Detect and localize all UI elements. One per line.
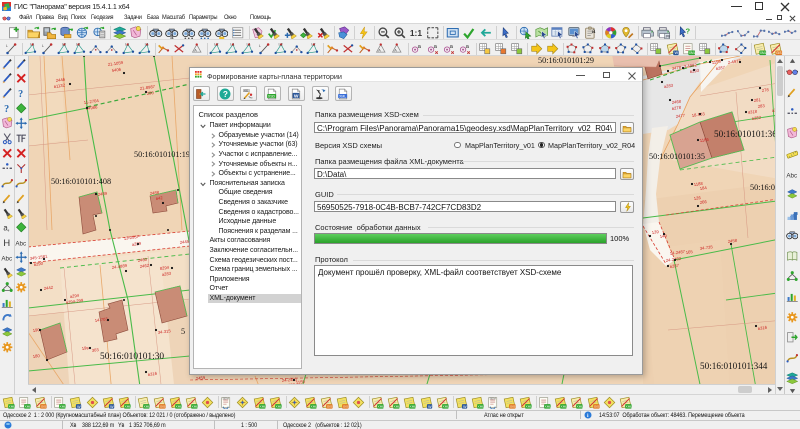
svg-text:266: 266 [699, 199, 707, 205]
svg-text:GIS: GIS [41, 404, 46, 408]
svg-text:?: ? [685, 26, 690, 35]
svg-text:a,: a, [3, 224, 10, 233]
svg-text:##: ## [665, 33, 670, 38]
svg-text:A: A [395, 48, 398, 52]
svg-text:L2: L2 [312, 42, 316, 46]
svg-text:XSD: XSD [268, 94, 276, 98]
svg-text:GIS: GIS [160, 404, 165, 408]
svg-text:180: 180 [32, 353, 40, 359]
svg-text:L1: L1 [30, 42, 34, 46]
svg-text:50:16:010101:19: 50:16:010101:19 [134, 150, 190, 159]
svg-text:?: ? [4, 104, 9, 114]
svg-text:a: a [417, 44, 421, 50]
svg-text:a: a [450, 44, 454, 50]
svg-text:GIS: GIS [343, 404, 348, 408]
svg-text:W: W [294, 93, 299, 99]
svg-text:XML: XML [545, 404, 551, 408]
svg-text:Abc: Abc [15, 241, 26, 248]
svg-text:L1: L1 [231, 42, 235, 46]
svg-text:Abc: Abc [1, 256, 12, 263]
svg-text:XML: XML [192, 404, 198, 408]
svg-text:283: 283 [757, 103, 765, 109]
svg-text:L1: L1 [144, 42, 148, 46]
svg-text:290: 290 [146, 90, 154, 96]
svg-text:XML: XML [259, 404, 265, 408]
svg-text:50:16:010101:29: 50:16:010101:29 [538, 56, 594, 65]
svg-text:XML: XML [526, 404, 532, 408]
svg-text:XML: XML [689, 51, 696, 55]
svg-text:L: L [258, 44, 260, 48]
svg-text:W: W [110, 404, 114, 408]
svg-text:L2: L2 [214, 42, 218, 46]
svg-text:GIS: GIS [593, 404, 598, 408]
svg-text:?: ? [18, 89, 23, 99]
svg-text:1:1: 1:1 [410, 28, 422, 38]
svg-text:W: W [463, 404, 467, 408]
svg-text:L2: L2 [278, 42, 282, 46]
svg-text:50:16:010101:35: 50:16:010101:35 [649, 152, 705, 161]
svg-text:50:16:010101:344: 50:16:010101:344 [700, 361, 768, 371]
svg-text:278: 278 [761, 87, 769, 93]
svg-text:XML: XML [410, 404, 416, 408]
svg-text:SEM: SEM [223, 396, 230, 400]
svg-text:XSD: XSD [244, 90, 249, 92]
svg-text:5: 5 [181, 327, 185, 336]
svg-text:XML: XML [275, 404, 281, 408]
svg-text:L2: L2 [62, 42, 66, 46]
svg-text:XML: XML [760, 51, 767, 55]
svg-text:SEM: SEM [489, 396, 496, 400]
svg-text:A: A [378, 48, 381, 52]
svg-text:XML: XML [477, 404, 483, 408]
svg-text:XML: XML [625, 404, 631, 408]
svg-text:50:16:010101:30: 50:16:010101:30 [100, 352, 164, 362]
svg-text:XML: XML [577, 404, 583, 408]
svg-text:H: H [3, 238, 10, 248]
svg-text:a: a [592, 27, 596, 34]
svg-text:a: a [434, 44, 438, 50]
svg-text:50:16:0: 50:16:0 [750, 183, 775, 192]
svg-text:L: L [41, 44, 43, 48]
svg-text:XML: XML [176, 404, 182, 408]
svg-text:GIS: GIS [510, 404, 515, 408]
svg-text:XML: XML [394, 404, 400, 408]
svg-text:184: 184 [699, 185, 707, 191]
svg-text:XML: XML [561, 404, 567, 408]
svg-text:165: 165 [685, 249, 693, 255]
svg-text:L: L [6, 44, 8, 48]
svg-text:GIS: GIS [327, 404, 332, 408]
svg-text:L1: L1 [125, 42, 129, 46]
svg-text:GIS: GIS [776, 51, 782, 55]
svg-text:281: 281 [753, 97, 761, 103]
svg-text:XML: XML [339, 94, 346, 98]
svg-text:XML: XML [124, 404, 130, 408]
svg-text:W: W [674, 51, 678, 55]
svg-text:303: 303 [91, 347, 99, 353]
svg-text:XML: XML [60, 404, 66, 408]
svg-text:W: W [78, 404, 82, 408]
svg-text:2459: 2459 [196, 375, 206, 381]
svg-text:A: A [194, 48, 197, 52]
svg-text:?: ? [223, 90, 228, 99]
svg-text:XML: XML [25, 404, 31, 408]
svg-text:Abc: Abc [786, 172, 797, 179]
svg-text:a: a [466, 44, 470, 50]
svg-text:L2: L2 [76, 42, 80, 46]
svg-text:XML: XML [378, 404, 384, 408]
svg-text:XML: XML [143, 404, 149, 408]
svg-text:50:16:010101:36: 50:16:010101:36 [714, 129, 777, 139]
svg-text:W: W [428, 404, 432, 408]
svg-text:50:16:010101:408: 50:16:010101:408 [51, 177, 111, 186]
svg-text:XML: XML [9, 404, 15, 408]
svg-text:XML: XML [310, 404, 316, 408]
svg-text:XML: XML [442, 404, 448, 408]
svg-text:L1: L1 [247, 42, 251, 46]
